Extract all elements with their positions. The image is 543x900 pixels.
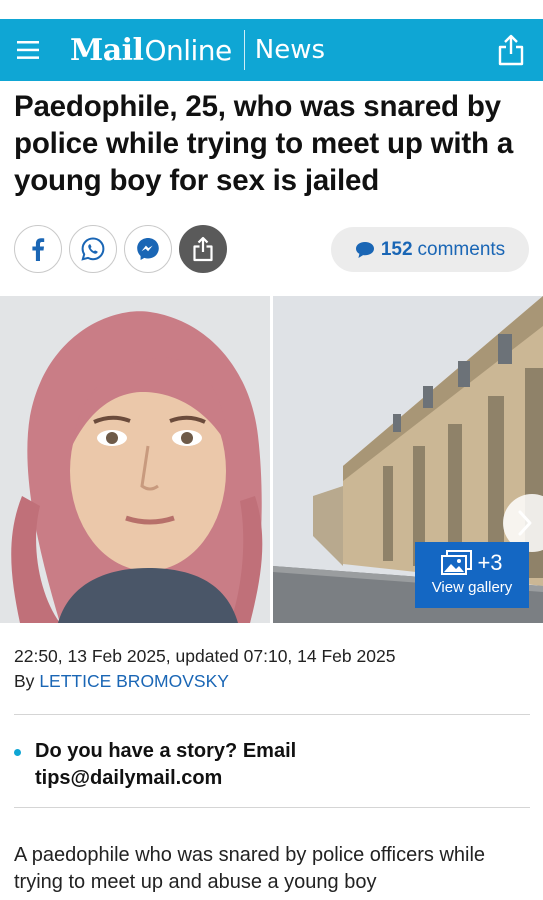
status-strip <box>0 0 543 19</box>
byline: 22:50, 13 Feb 2025, updated 07:10, 14 Fe… <box>14 644 395 694</box>
dateline: 22:50, 13 Feb 2025, updated 07:10, 14 Fe… <box>14 646 396 666</box>
share-icon[interactable] <box>497 34 525 66</box>
speech-bubble-icon <box>355 241 374 258</box>
gallery-count-row: +3 <box>415 550 529 576</box>
mugshot-photo <box>0 296 270 623</box>
nav-divider <box>243 30 245 70</box>
bullet-dot <box>14 749 21 756</box>
menu-button[interactable] <box>0 19 56 81</box>
top-navbar: Mail Online News <box>0 19 543 81</box>
more-share-button[interactable] <box>179 225 227 273</box>
section-label[interactable]: News <box>255 35 325 65</box>
article-media-carousel[interactable]: +3 View gallery <box>0 296 543 623</box>
messenger-icon <box>137 238 159 260</box>
image-stack-icon <box>441 550 473 575</box>
hamburger-icon <box>17 41 39 59</box>
facebook-icon <box>32 238 45 261</box>
facebook-share-button[interactable] <box>14 225 62 273</box>
chevron-right-icon <box>518 510 532 536</box>
messenger-share-button[interactable] <box>124 225 172 273</box>
whatsapp-share-button[interactable] <box>69 225 117 273</box>
mugshot-illustration <box>0 296 270 623</box>
divider-bottom <box>14 807 530 808</box>
comments-count: 152 <box>380 238 413 260</box>
article-headline: Paedophile, 25, who was snared by police… <box>14 90 514 197</box>
logo-online-text: Online <box>144 33 232 67</box>
story-tip: Do you have a story? Email tips@dailymai… <box>14 738 455 792</box>
article-body-first-paragraph: A paedophile who was snared by police of… <box>14 844 486 893</box>
share-icon <box>193 236 213 262</box>
view-gallery-button[interactable]: +3 View gallery <box>415 542 529 608</box>
gallery-count: +3 <box>477 550 503 575</box>
comments-word: comments <box>417 238 506 260</box>
story-tip-text[interactable]: Do you have a story? Email tips@dailymai… <box>35 738 455 792</box>
logo-mail-text: Mail <box>70 32 144 68</box>
share-buttons <box>14 225 227 273</box>
divider-top <box>14 714 530 715</box>
mailonline-logo[interactable]: Mail Online <box>56 19 232 81</box>
gallery-label: View gallery <box>431 579 513 596</box>
author-link[interactable]: LETTICE BROMOVSKY <box>39 671 229 691</box>
comments-button[interactable]: 152 comments <box>331 227 529 272</box>
byline-prefix: By <box>14 671 35 691</box>
whatsapp-icon <box>81 237 105 261</box>
